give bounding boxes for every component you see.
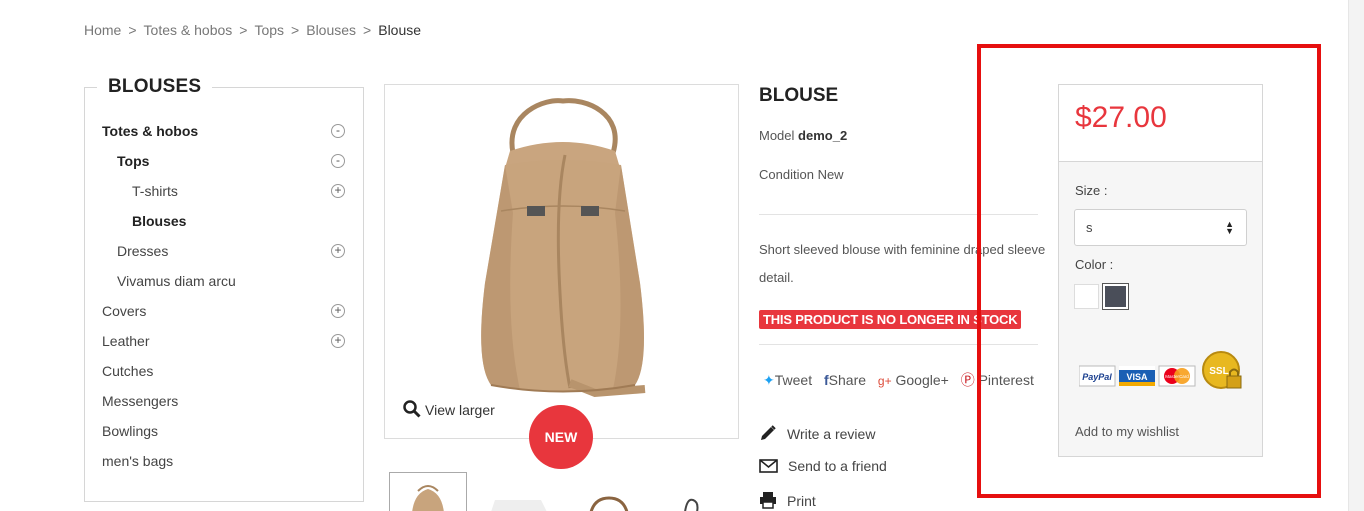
- view-larger-label[interactable]: View larger: [425, 402, 495, 418]
- sidebar-title: BLOUSES: [97, 76, 213, 98]
- google-plus-icon: g+: [877, 374, 892, 388]
- facebook-share-button[interactable]: fShare: [824, 372, 866, 388]
- twitter-icon: ✦: [763, 372, 775, 388]
- expand-toggle-icon[interactable]: +: [331, 244, 345, 258]
- category-label[interactable]: Vivamus diam arcu: [117, 273, 236, 289]
- condition-label: Condition: [759, 167, 814, 182]
- breadcrumb: Home > Totes & hobos > Tops > Blouses > Blouse: [84, 22, 421, 38]
- model-label: Model: [759, 128, 795, 143]
- category-label[interactable]: Covers: [102, 303, 146, 319]
- condition-value: New: [817, 167, 844, 182]
- breadcrumb-current: Blouse: [378, 22, 422, 38]
- category-label[interactable]: T-shirts: [132, 183, 178, 199]
- model-value: demo_2: [798, 128, 848, 143]
- product-title: BLOUSE: [759, 85, 839, 106]
- collapse-toggle-icon[interactable]: -: [331, 124, 345, 138]
- category-sidebar: BLOUSES Totes & hobos - Tops - T-shirts + B…: [84, 76, 364, 502]
- category-item-cutches[interactable]: Cutches: [85, 356, 363, 386]
- pinterest-icon: Ⓟ: [960, 372, 975, 388]
- category-label[interactable]: Dresses: [117, 243, 168, 259]
- google-plus-button[interactable]: g+ Google+: [878, 372, 949, 388]
- breadcrumb-tops[interactable]: Tops: [254, 22, 284, 38]
- category-item-messengers[interactable]: Messengers: [85, 386, 363, 416]
- print-link[interactable]: Print: [759, 491, 816, 509]
- category-item-covers[interactable]: Covers +: [85, 296, 363, 326]
- breadcrumb-home[interactable]: Home: [84, 22, 121, 38]
- category-label[interactable]: Cutches: [102, 363, 153, 379]
- send-to-friend-label[interactable]: Send to a friend: [788, 458, 887, 474]
- category-item-totes-hobos[interactable]: Totes & hobos -: [85, 116, 363, 146]
- category-label[interactable]: Blouses: [132, 213, 186, 229]
- product-condition: Condition New: [759, 167, 844, 182]
- tweet-button[interactable]: ✦Tweet: [763, 372, 812, 388]
- expand-toggle-icon[interactable]: +: [331, 304, 345, 318]
- category-list: Totes & hobos - Tops - T-shirts + Blouses D…: [85, 116, 363, 476]
- category-label[interactable]: Messengers: [102, 393, 178, 409]
- new-badge: NEW: [529, 405, 593, 469]
- expand-toggle-icon[interactable]: +: [331, 334, 345, 348]
- tweet-label[interactable]: Tweet: [775, 372, 812, 388]
- view-larger-link[interactable]: View larger: [403, 400, 495, 418]
- send-to-friend-link[interactable]: Send to a friend: [759, 458, 887, 474]
- product-image[interactable]: [435, 93, 690, 413]
- category-label[interactable]: Leather: [102, 333, 149, 349]
- category-item-tshirts[interactable]: T-shirts +: [85, 176, 363, 206]
- write-review-link[interactable]: Write a review: [759, 424, 875, 442]
- category-label[interactable]: men's bags: [102, 453, 173, 469]
- scrollbar[interactable]: [1348, 0, 1364, 511]
- magnifier-icon: [403, 400, 421, 418]
- category-item-leather[interactable]: Leather +: [85, 326, 363, 356]
- collapse-toggle-icon[interactable]: -: [331, 154, 345, 168]
- category-item-dresses[interactable]: Dresses +: [85, 236, 363, 266]
- thumbnail-1[interactable]: [389, 472, 467, 511]
- thumbnail-3[interactable]: [571, 472, 649, 511]
- product-model: Model demo_2: [759, 128, 847, 143]
- share-label[interactable]: Share: [829, 372, 866, 388]
- google-label[interactable]: Google+: [895, 372, 948, 388]
- breadcrumb-separator: >: [291, 22, 300, 38]
- category-item-mens-bags[interactable]: men's bags: [85, 446, 363, 476]
- highlight-box: [977, 44, 1321, 498]
- print-label[interactable]: Print: [787, 493, 816, 509]
- write-review-label[interactable]: Write a review: [787, 426, 875, 442]
- category-item-bowlings[interactable]: Bowlings: [85, 416, 363, 446]
- thumbnail-4[interactable]: [659, 472, 737, 511]
- category-label[interactable]: Bowlings: [102, 423, 158, 439]
- breadcrumb-separator: >: [363, 22, 372, 38]
- breadcrumb-separator: >: [239, 22, 248, 38]
- breadcrumb-separator: >: [128, 22, 137, 38]
- category-label[interactable]: Tops: [117, 153, 149, 169]
- printer-icon: [760, 492, 776, 509]
- expand-toggle-icon[interactable]: +: [331, 184, 345, 198]
- category-item-vivamus[interactable]: Vivamus diam arcu: [85, 266, 363, 296]
- category-label[interactable]: Totes & hobos: [102, 123, 198, 139]
- breadcrumb-totes[interactable]: Totes & hobos: [144, 22, 233, 38]
- product-image-frame[interactable]: View larger: [384, 84, 739, 439]
- category-item-blouses[interactable]: Blouses: [85, 206, 363, 236]
- breadcrumb-blouses[interactable]: Blouses: [306, 22, 356, 38]
- category-item-tops[interactable]: Tops -: [85, 146, 363, 176]
- envelope-icon: [759, 459, 778, 473]
- pencil-icon: [761, 425, 776, 440]
- thumbnail-2[interactable]: [481, 472, 559, 511]
